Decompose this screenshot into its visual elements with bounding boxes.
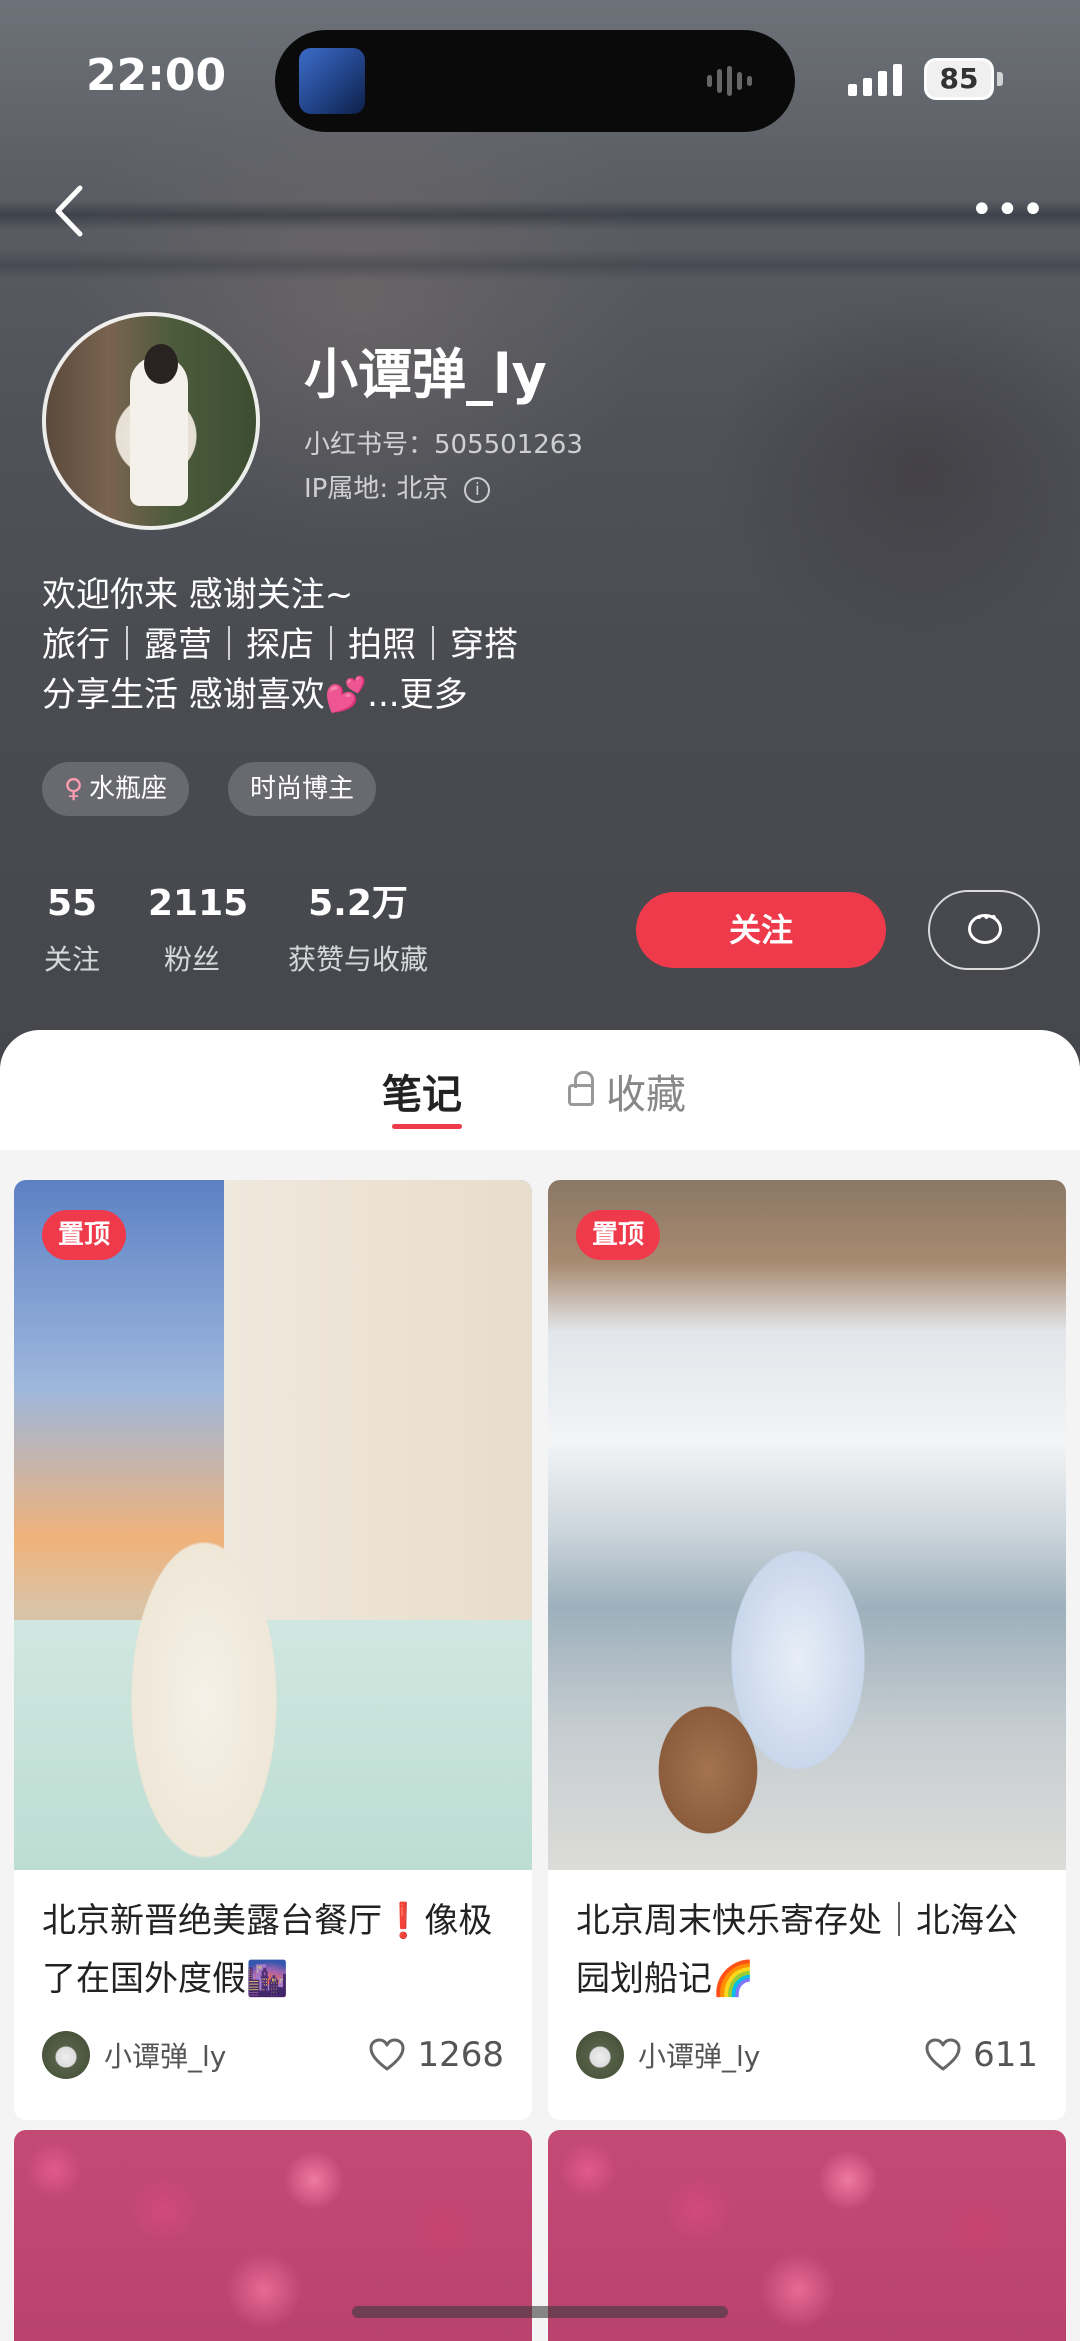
more-options-button[interactable]: •••	[970, 190, 1045, 230]
stat-value: 55	[46, 883, 98, 924]
author-avatar	[42, 2031, 90, 2079]
back-button[interactable]	[44, 178, 100, 244]
bio-line: 旅行｜露营｜探店｜拍照｜穿搭	[42, 625, 518, 665]
like-button[interactable]: 1268	[367, 2030, 504, 2080]
follow-button[interactable]: 关注	[636, 892, 886, 968]
dynamic-island[interactable]	[275, 30, 795, 132]
heart-icon	[925, 2038, 961, 2071]
author-name: 小谭弹_ly	[104, 2040, 227, 2073]
now-playing-thumbnail	[299, 48, 365, 114]
background-sea-2	[0, 250, 1080, 280]
like-count: 611	[973, 2035, 1038, 2075]
stat-following[interactable]: 55 关注	[42, 880, 102, 978]
profile-red-id[interactable]: 小红书号：505501263	[304, 424, 583, 461]
tab-notes[interactable]: 笔记	[382, 1062, 462, 1120]
note-author[interactable]: 小谭弹_ly	[576, 2030, 760, 2080]
tag-label: 水瓶座	[89, 774, 168, 804]
chat-bubble-icon	[968, 910, 1002, 944]
more-dots-icon: •••	[970, 187, 1047, 233]
note-cover-image	[548, 1180, 1066, 1870]
note-title: 北京周末快乐寄存处｜北海公园划船记🌈	[576, 1901, 1018, 1999]
stat-value: 2115	[148, 883, 249, 924]
stat-value: 5.2万	[308, 883, 408, 924]
like-count: 1268	[417, 2035, 504, 2075]
pinned-badge: 置顶	[576, 1210, 661, 1260]
stat-label: 获赞与收藏	[287, 943, 428, 976]
bio-line: 分享生活 感谢喜欢💕...更多	[42, 675, 468, 715]
battery-icon: 85	[924, 58, 994, 100]
stat-label: 关注	[43, 943, 100, 976]
status-bar: 22:00 85	[0, 0, 1080, 160]
active-tab-indicator	[392, 1124, 462, 1129]
background-sea	[0, 200, 1080, 230]
tab-bar: 笔记 收藏	[0, 1030, 1080, 1150]
author-name: 小谭弹_ly	[638, 2040, 761, 2073]
stat-likes-collects[interactable]: 5.2万 获赞与收藏	[282, 880, 434, 978]
profile-header: 22:00 85 ••• 小谭弹_ly 小红书号：505501263 IP属地:…	[0, 0, 1080, 1070]
message-button[interactable]	[928, 890, 1040, 970]
heart-icon	[369, 2038, 405, 2071]
female-icon: ♀	[64, 774, 84, 804]
avatar[interactable]	[42, 312, 260, 530]
profile-nickname: 小谭弹_ly	[304, 343, 547, 406]
status-time: 22:00	[86, 50, 227, 101]
battery-tip	[997, 72, 1003, 86]
tag-occupation[interactable]: 时尚博主	[228, 762, 377, 816]
note-card[interactable]: 置顶 北京新晋绝美露台餐厅❗️像极了在国外度假🌆 小谭弹_ly 1268	[14, 1180, 532, 2120]
note-author[interactable]: 小谭弹_ly	[42, 2030, 226, 2080]
author-avatar	[576, 2031, 624, 2079]
signal-icon	[848, 62, 904, 96]
note-title: 北京新晋绝美露台餐厅❗️像极了在国外度假🌆	[42, 1901, 493, 1999]
note-card[interactable]: 置顶 北京周末快乐寄存处｜北海公园划船记🌈 小谭弹_ly 611	[548, 1180, 1066, 2120]
content-panel: 笔记 收藏 置顶 北京新晋绝美露台餐厅❗️像极了在国外度假🌆 小谭弹_ly 12…	[0, 1030, 1080, 2341]
pinned-badge: 置顶	[42, 1210, 127, 1260]
info-icon[interactable]: i	[464, 476, 491, 503]
like-button[interactable]: 611	[923, 2030, 1038, 2080]
tab-favorites-label: 收藏	[606, 1072, 686, 1118]
audio-wave-icon	[707, 66, 755, 96]
stat-followers[interactable]: 2115 粉丝	[148, 880, 249, 978]
bio-line: 欢迎你来 感谢关注~	[42, 575, 354, 615]
tab-favorites[interactable]: 收藏	[568, 1062, 686, 1120]
tag-label: 时尚博主	[250, 774, 355, 804]
profile-bio[interactable]: 欢迎你来 感谢关注~ 旅行｜露营｜探店｜拍照｜穿搭 分享生活 感谢喜欢💕...更…	[42, 570, 942, 720]
avatar-head	[144, 344, 178, 384]
bio-more-link[interactable]: ...更多	[367, 675, 467, 715]
chevron-left-icon	[55, 185, 83, 237]
lock-icon	[568, 1071, 594, 1106]
note-cover-image	[14, 1180, 532, 1870]
tag-zodiac[interactable]: ♀ 水瓶座	[42, 762, 190, 816]
ip-location: IP属地: 北京 i	[304, 468, 491, 505]
home-indicator[interactable]	[352, 2306, 728, 2318]
ip-location-text: IP属地: 北京	[304, 474, 449, 504]
stat-label: 粉丝	[163, 943, 220, 976]
